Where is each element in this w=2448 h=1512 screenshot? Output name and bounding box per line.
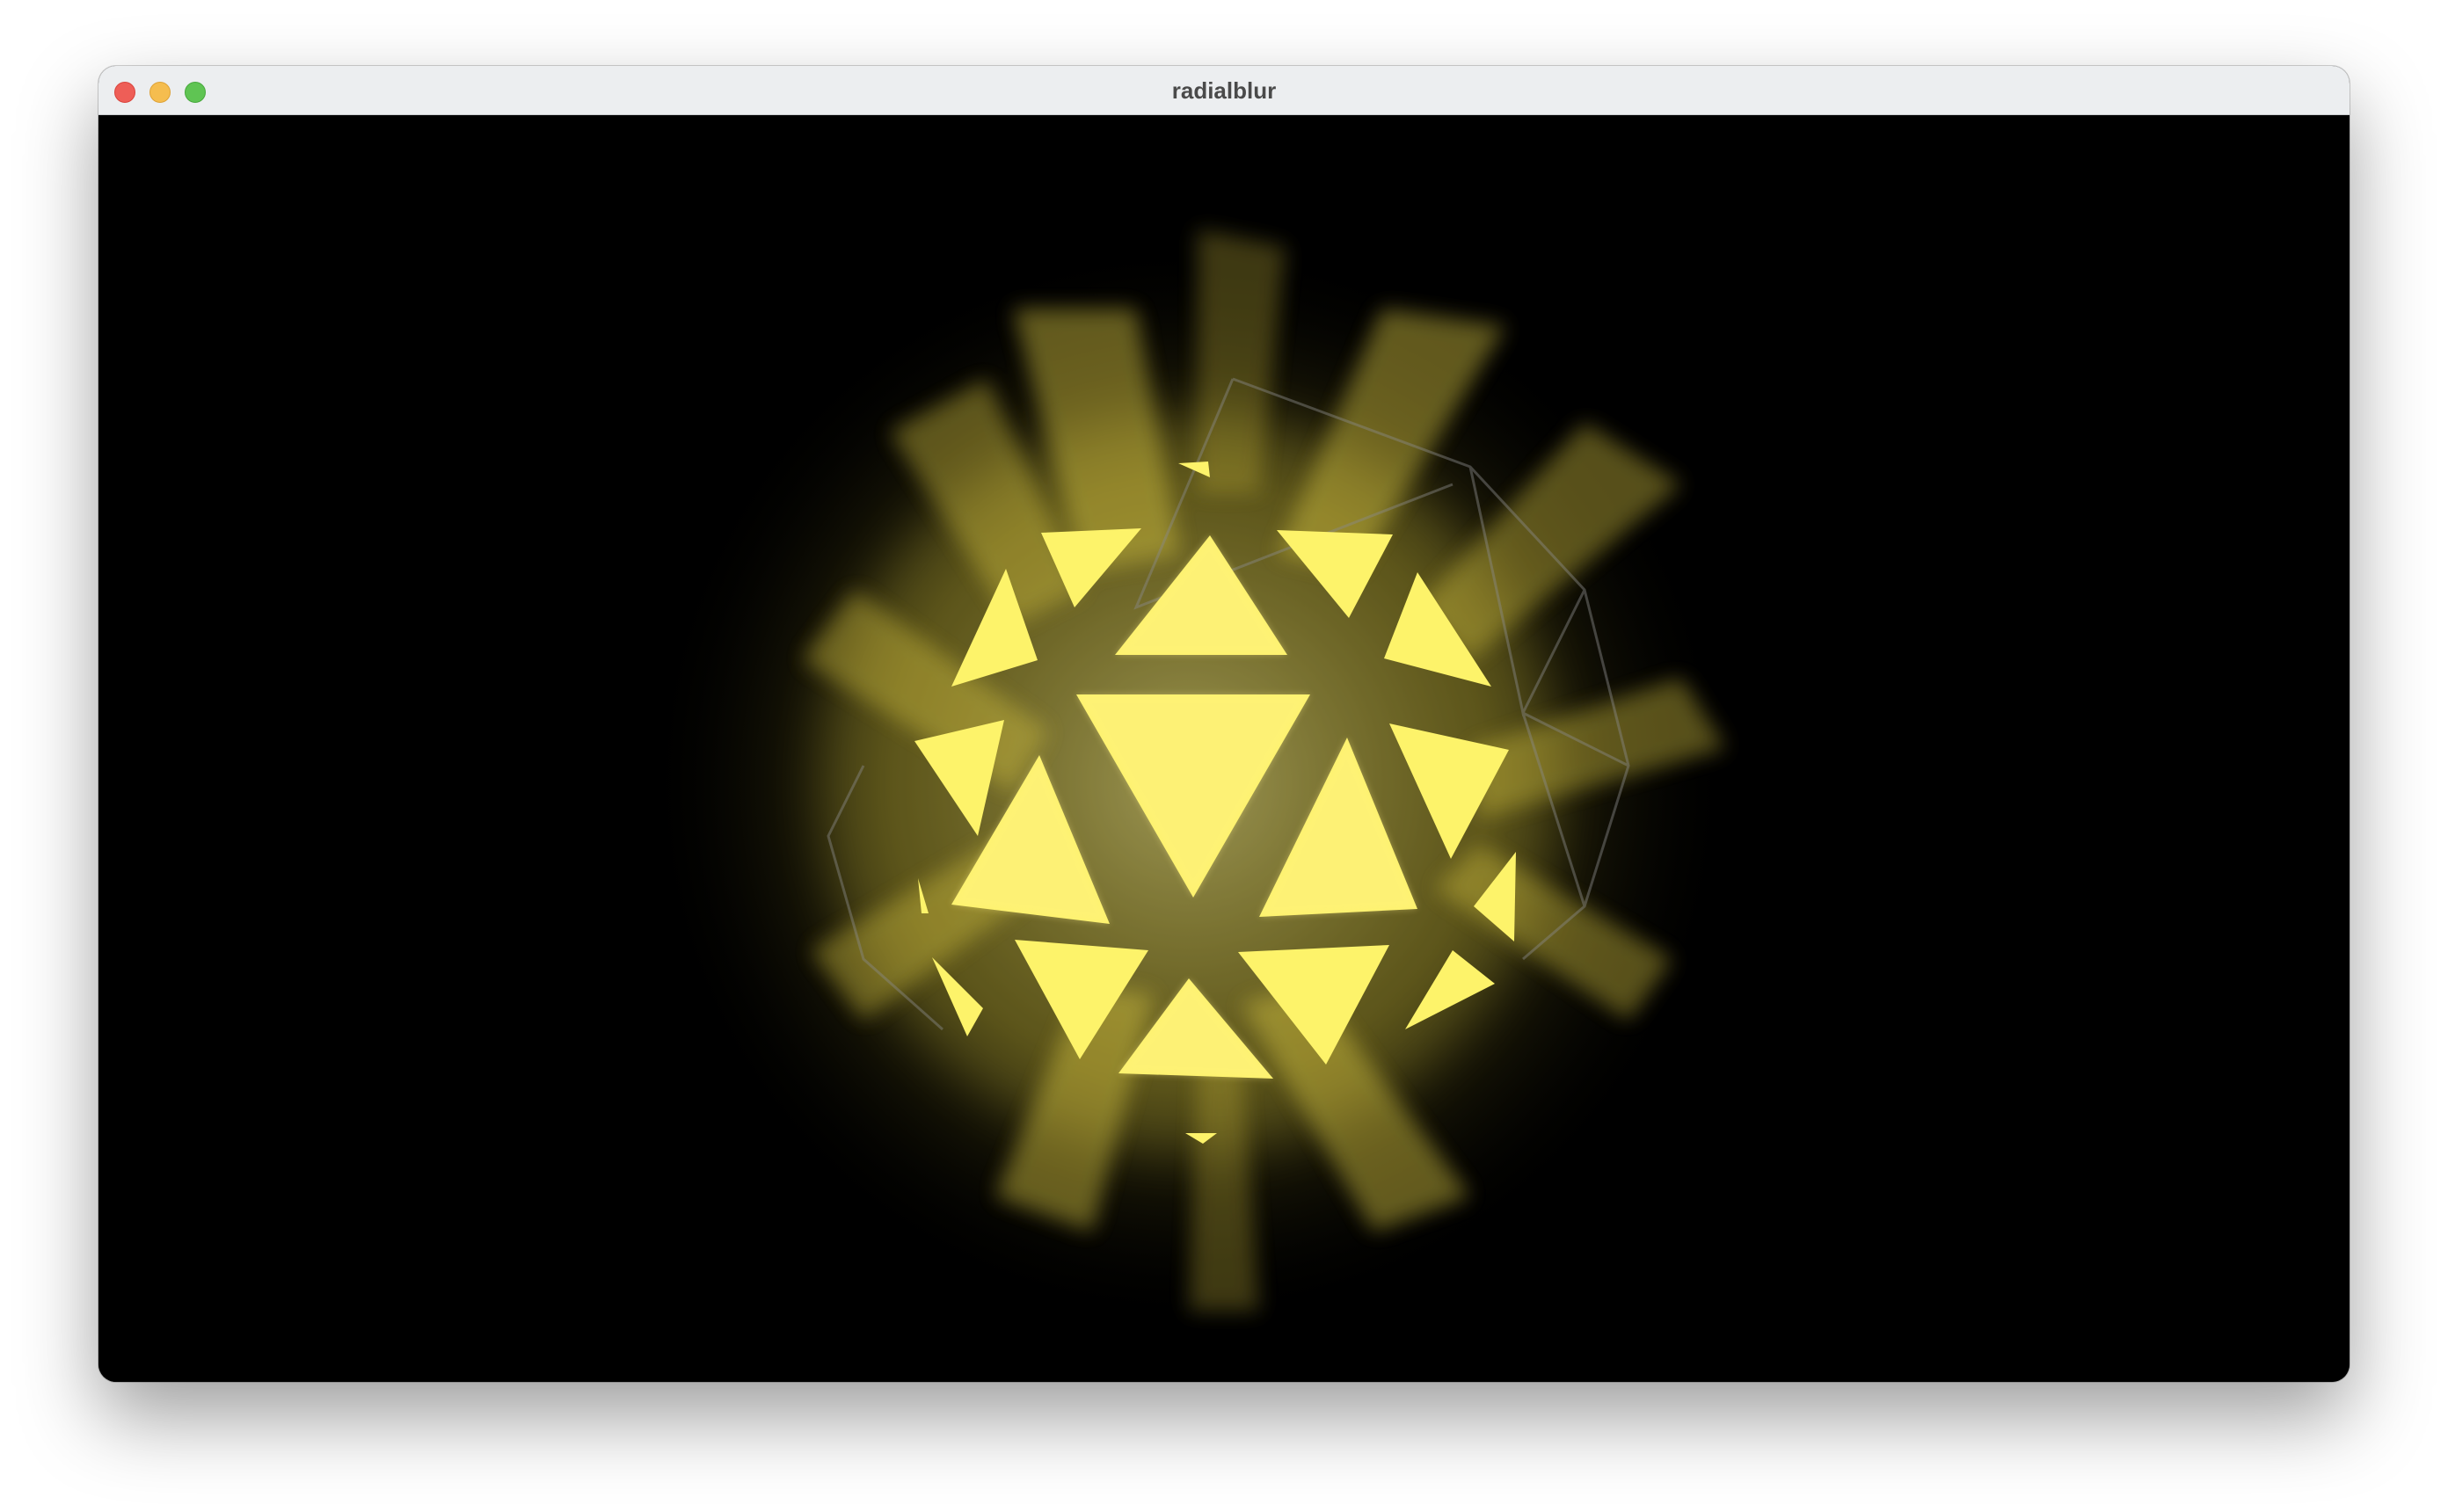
app-window: radialblur	[98, 66, 2350, 1382]
render-viewport[interactable]	[98, 115, 2350, 1382]
window-title: radialblur	[1171, 77, 1277, 104]
render-canvas	[644, 229, 1734, 1328]
title-bar[interactable]: radialblur	[98, 66, 2350, 115]
